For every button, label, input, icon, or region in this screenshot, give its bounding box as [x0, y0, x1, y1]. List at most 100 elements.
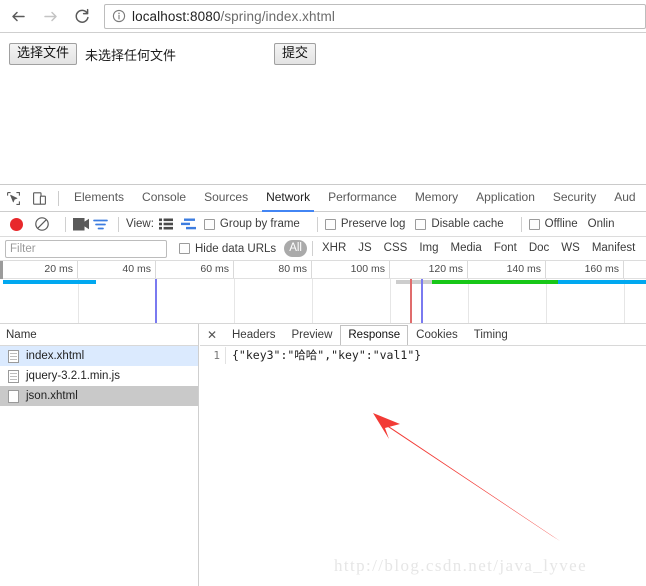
- submit-button[interactable]: 提交: [274, 43, 317, 65]
- clear-icon[interactable]: [34, 216, 50, 232]
- type-filter-manifest[interactable]: Manifest: [587, 240, 640, 257]
- preserve-log-checkbox[interactable]: Preserve log: [324, 218, 406, 230]
- request-name: jquery-3.2.1.min.js: [26, 370, 120, 382]
- preserve-log-label: Preserve log: [340, 218, 406, 230]
- ruler-tick: 160 ms: [546, 261, 624, 278]
- back-button[interactable]: [4, 2, 32, 30]
- device-toolbar-icon[interactable]: [26, 187, 52, 209]
- choose-file-button[interactable]: 选择文件: [9, 43, 78, 65]
- request-bar-receiving: [3, 280, 96, 284]
- view-label: View:: [126, 218, 154, 230]
- filter-input[interactable]: [5, 239, 167, 258]
- detail-tab-headers[interactable]: Headers: [224, 325, 283, 345]
- grid-line: [546, 279, 547, 323]
- request-column-header[interactable]: Name: [0, 324, 198, 346]
- tab-memory[interactable]: Memory: [406, 185, 467, 211]
- type-filter-js[interactable]: JS: [353, 240, 376, 257]
- inspect-element-icon[interactable]: [0, 187, 26, 209]
- response-body[interactable]: 1 {"key3":"哈哈","key":"val1"}: [200, 347, 646, 586]
- info-circle-icon[interactable]: [112, 9, 126, 23]
- reload-button[interactable]: [68, 2, 96, 30]
- table-row[interactable]: jquery-3.2.1.min.js: [0, 366, 198, 386]
- checkbox-box: [203, 218, 215, 230]
- tab-security[interactable]: Security: [544, 185, 605, 211]
- overview-graph: [0, 279, 646, 323]
- group-by-frame-label: Group by frame: [219, 218, 300, 230]
- grid-line: [624, 279, 625, 323]
- marker-line: [155, 279, 157, 323]
- ruler-tick: 60 ms: [156, 261, 234, 278]
- request-detail-panel: ✕ Headers Preview Response Cookies Timin…: [200, 324, 646, 586]
- grid-line: [78, 279, 79, 323]
- record-icon[interactable]: [10, 217, 23, 231]
- devtools-panel: Elements Console Sources Network Perform…: [0, 184, 646, 586]
- request-name: index.xhtml: [26, 350, 85, 362]
- type-filter-font[interactable]: Font: [489, 240, 522, 257]
- grid-line: [390, 279, 391, 323]
- type-filter-xhr[interactable]: XHR: [317, 240, 351, 257]
- throttling-select[interactable]: Onlin: [588, 218, 615, 230]
- tab-network[interactable]: Network: [257, 185, 319, 212]
- ruler-tick: 80 ms: [234, 261, 312, 278]
- network-toolbar: View: Group by frame Preserve log Disabl…: [0, 212, 646, 237]
- toolbar-divider-3: [316, 216, 318, 232]
- view-list-icon[interactable]: [158, 218, 173, 230]
- line-number: 1: [200, 347, 226, 364]
- detail-tab-response[interactable]: Response: [340, 324, 409, 345]
- ruler-tick: 140 ms: [468, 261, 546, 278]
- grid-line: [468, 279, 469, 323]
- address-bar[interactable]: localhost:8080/spring/index.xhtml: [104, 3, 646, 29]
- ruler-tick: 20 ms: [0, 261, 78, 278]
- file-status-label: 未选择任何文件: [85, 48, 177, 64]
- view-waterfall-icon[interactable]: [180, 218, 196, 230]
- table-row[interactable]: index.xhtml: [0, 346, 198, 366]
- toolbar-divider-2: [118, 216, 119, 232]
- tab-performance[interactable]: Performance: [319, 185, 406, 211]
- funnel-icon[interactable]: [92, 217, 109, 232]
- tabbar-divider: [58, 190, 59, 206]
- group-by-frame-checkbox[interactable]: Group by frame: [203, 218, 300, 230]
- document-icon: [8, 349, 19, 363]
- url-host: localhost:8080: [132, 8, 221, 24]
- detail-tab-cookies[interactable]: Cookies: [408, 325, 466, 345]
- response-content: {"key3":"哈哈","key":"val1"}: [232, 348, 422, 362]
- tab-elements[interactable]: Elements: [65, 185, 133, 211]
- type-filter-other[interactable]: Othe: [642, 240, 646, 257]
- blank-document-icon: [8, 389, 19, 403]
- type-filter-media[interactable]: Media: [446, 240, 487, 257]
- table-row[interactable]: json.xhtml: [0, 386, 198, 406]
- detail-tab-timing[interactable]: Timing: [466, 325, 516, 345]
- request-bar-waiting: [396, 280, 432, 284]
- toolbar-divider-4: [520, 216, 522, 232]
- detail-tab-preview[interactable]: Preview: [283, 325, 340, 345]
- grid-line: [312, 279, 313, 323]
- code-line: 1 {"key3":"哈哈","key":"val1"}: [200, 347, 646, 364]
- filter-divider: [311, 241, 313, 256]
- camera-icon[interactable]: [73, 217, 89, 231]
- type-filter-doc[interactable]: Doc: [524, 240, 554, 257]
- tab-audits[interactable]: Aud: [605, 185, 644, 211]
- request-bar-receiving: [558, 280, 646, 284]
- close-icon[interactable]: ✕: [204, 328, 220, 342]
- type-filter-img[interactable]: Img: [414, 240, 443, 257]
- checkbox-box: [528, 218, 540, 230]
- type-filter-all[interactable]: All: [284, 240, 307, 257]
- forward-button[interactable]: [36, 2, 64, 30]
- type-filter-css[interactable]: CSS: [379, 240, 413, 257]
- network-lower-pane: Name index.xhtml jquery-3.2.1.min.js jso…: [0, 324, 646, 586]
- tab-console[interactable]: Console: [133, 185, 195, 211]
- dom-content-loaded-line: [410, 279, 412, 323]
- browser-toolbar: localhost:8080/spring/index.xhtml: [0, 0, 646, 33]
- request-list-panel: Name index.xhtml jquery-3.2.1.min.js jso…: [0, 324, 199, 586]
- devtools-tabbar: Elements Console Sources Network Perform…: [0, 185, 646, 212]
- tab-sources[interactable]: Sources: [195, 185, 257, 211]
- disable-cache-checkbox[interactable]: Disable cache: [415, 218, 504, 230]
- ruler-tick: 40 ms: [78, 261, 156, 278]
- url-path: /spring/index.xhtml: [220, 8, 335, 24]
- type-filter-ws[interactable]: WS: [556, 240, 585, 257]
- hide-data-urls-checkbox[interactable]: Hide data URLs: [179, 243, 276, 255]
- offline-checkbox[interactable]: Offline: [528, 218, 578, 230]
- tab-application[interactable]: Application: [467, 185, 544, 211]
- network-overview[interactable]: 20 ms 40 ms 60 ms 80 ms 100 ms 120 ms 14…: [0, 261, 646, 324]
- address-bar-url: localhost:8080/spring/index.xhtml: [132, 9, 335, 24]
